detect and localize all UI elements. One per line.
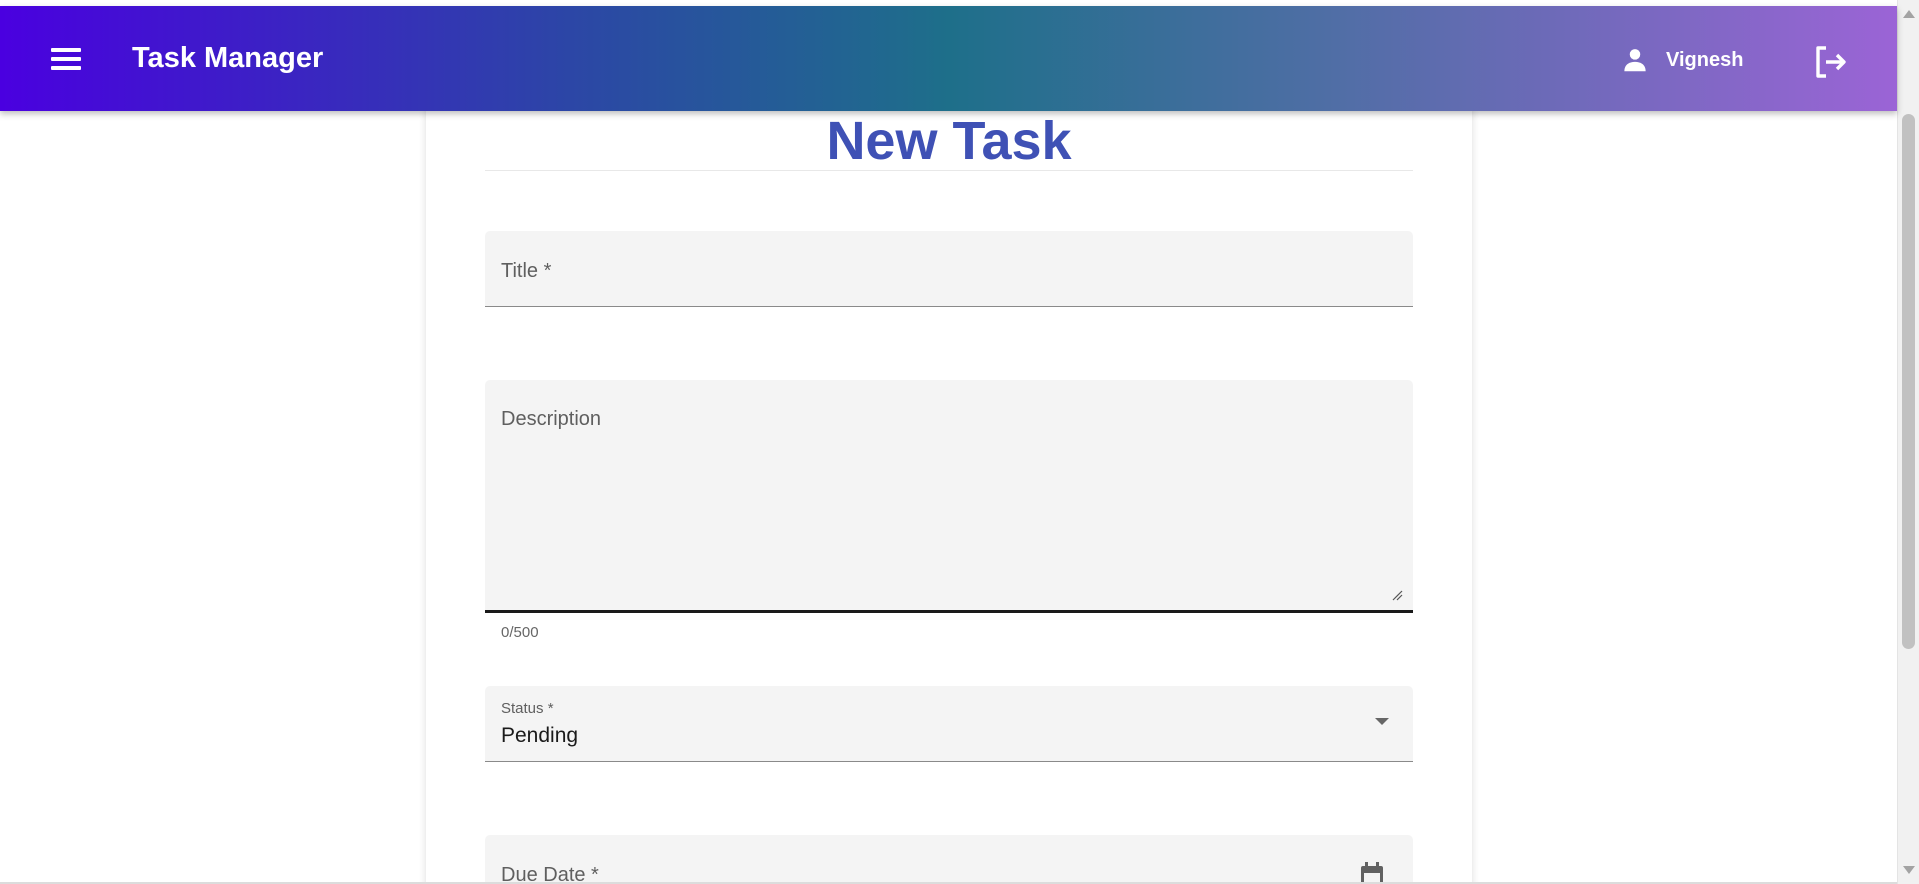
task-form-card: New Task Title * Description 0/500 Statu…: [426, 80, 1472, 884]
scroll-up-arrow-icon[interactable]: [1903, 10, 1915, 18]
dropdown-arrow-icon: [1375, 718, 1389, 725]
page-title: New Task: [826, 111, 1072, 171]
vertical-scrollbar[interactable]: [1897, 0, 1919, 884]
description-char-counter: 0/500: [501, 624, 539, 641]
logout-icon: [1808, 46, 1852, 88]
description-field-label: Description: [501, 408, 602, 430]
status-field-label: Status *: [501, 700, 554, 717]
menu-button[interactable]: [40, 36, 92, 82]
calendar-icon[interactable]: [1359, 861, 1385, 884]
title-divider: [485, 170, 1413, 171]
title-field-label: Title *: [501, 260, 552, 282]
user-profile-button[interactable]: Vignesh: [1620, 40, 1743, 80]
page: Task Manager Vignesh New Task Title * De…: [0, 0, 1919, 884]
app-toolbar: Task Manager Vignesh: [0, 6, 1897, 111]
title-field[interactable]: Title *: [485, 231, 1413, 307]
status-value: Pending: [501, 724, 579, 747]
scroll-thumb[interactable]: [1902, 114, 1915, 649]
status-select[interactable]: Status * Pending: [485, 686, 1413, 762]
app-title: Task Manager: [132, 42, 324, 74]
scroll-down-arrow-icon[interactable]: [1903, 866, 1915, 874]
due-date-field[interactable]: Due Date *: [485, 835, 1413, 884]
resize-handle-icon[interactable]: [1391, 588, 1403, 601]
logout-button[interactable]: [1808, 40, 1852, 84]
description-field[interactable]: Description: [485, 380, 1413, 613]
person-icon: [1620, 45, 1650, 75]
user-name: Vignesh: [1666, 48, 1744, 71]
due-date-field-label: Due Date *: [501, 864, 599, 884]
